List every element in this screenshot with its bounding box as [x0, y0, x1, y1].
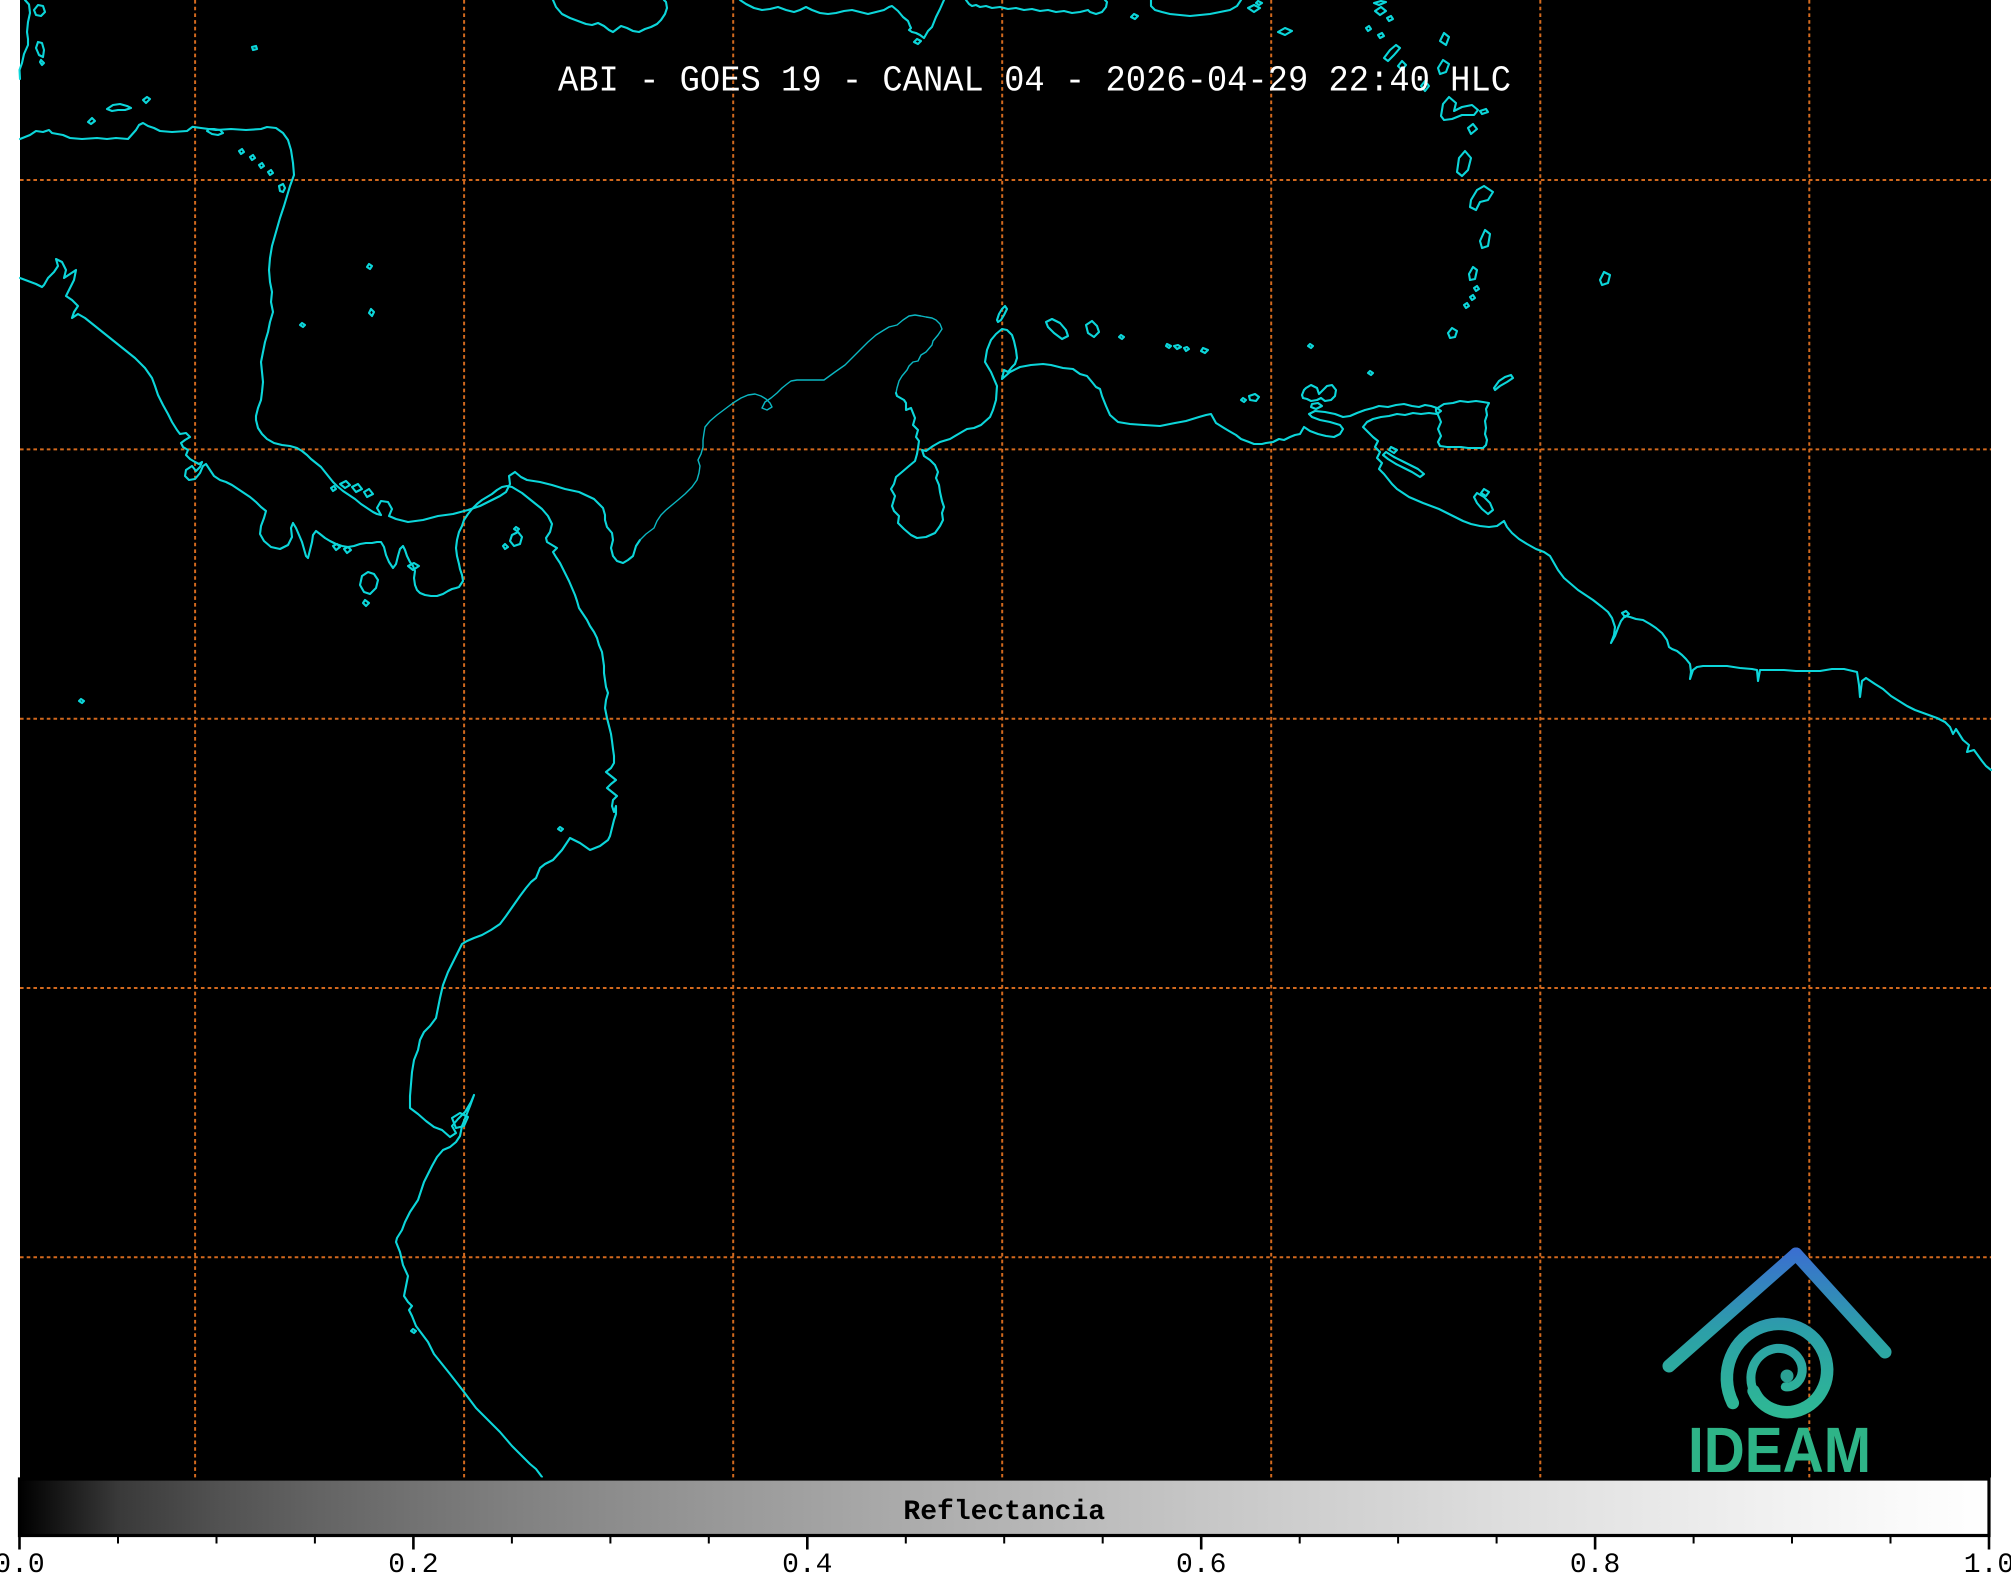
svg-text:1.0: 1.0 — [1964, 1550, 2011, 1577]
svg-text:0.8: 0.8 — [1570, 1550, 1620, 1577]
svg-text:0.4: 0.4 — [782, 1550, 832, 1577]
svg-text:0.2: 0.2 — [388, 1550, 438, 1577]
svg-text:Reflectancia: Reflectancia — [903, 1497, 1105, 1528]
svg-text:0.6: 0.6 — [1176, 1550, 1226, 1577]
svg-text:0.0: 0.0 — [0, 1550, 45, 1577]
svg-text:ABI - GOES 19 - CANAL 04 - 202: ABI - GOES 19 - CANAL 04 - 2026-04-29 22… — [558, 61, 1511, 102]
svg-text:IDEAM: IDEAM — [1688, 1414, 1871, 1486]
